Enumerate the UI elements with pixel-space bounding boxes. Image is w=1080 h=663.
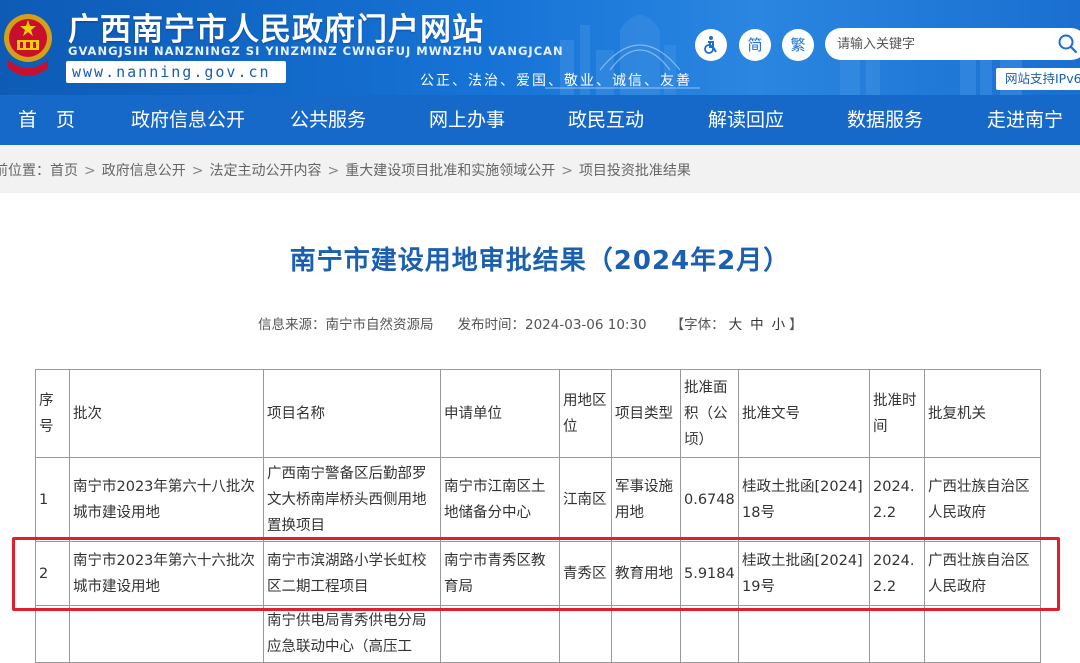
table-cell: 南宁市2023年第六十六批次城市建设用地 [69,541,264,606]
nav-item-interpretation[interactable]: 解读回应 [708,95,784,145]
table-cell [69,605,264,663]
article-meta: 信息来源：南宁市自然资源局 发布时间：2024-03-06 10:30 【字体：大中… [258,313,803,333]
table-header-cell: 申请单位 [440,369,560,458]
table-cell [559,605,612,663]
table-cell: 南宁市江南区土地储备分中心 [440,457,560,542]
table-cell: 南宁市滨湖路小学长虹校区二期工程项目 [263,541,441,606]
breadcrumb-item-gov-info[interactable]: 政府信息公开 [102,163,186,179]
site-header: 广西南宁市人民政府门户网站 GVANGJSIH NANZNINGZ SI YIN… [0,0,1080,95]
breadcrumb-separator: > [561,163,573,179]
breadcrumb-separator: > [327,163,340,179]
nav-item-interaction[interactable]: 政民互动 [568,95,644,145]
table-row: 南宁供电局青秀供电分局应急联动中心（高压工 [35,605,1041,663]
traditional-chinese-button[interactable]: 繁 [782,29,814,61]
breadcrumb-item-major-projects[interactable]: 重大建设项目批准和实施领域公开 [345,163,555,179]
font-size-label: 【字体： [670,317,725,333]
nav-item-about-nanning[interactable]: 走进南宁 [987,95,1063,145]
table-cell: 军事设施用地 [611,457,681,542]
table-header-cell: 项目类型 [611,369,681,458]
table-cell: 0.6748 [680,457,739,542]
article-title: 南宁市建设用地审批结果（2024年2月） [289,246,791,276]
table-header-cell: 批准时间 [869,369,925,458]
table-cell [35,605,70,663]
font-size-large-button[interactable]: 大 [729,317,743,333]
table-header-row: 序号 批次 项目名称 申请单位 用地区位 项目类型 批准面积（公顷） 批准文号 … [35,369,1041,458]
table-cell: 教育用地 [611,541,681,606]
table-cell [869,605,925,663]
table-header-cell: 批复机关 [924,369,1041,458]
breadcrumb-prefix: 前位置： [0,163,50,179]
search-input[interactable] [837,32,1047,56]
nav-item-public-service[interactable]: 公共服务 [290,95,366,145]
article-source: 信息来源：南宁市自然资源局 [258,317,434,333]
breadcrumb-item-statutory[interactable]: 法定主动公开内容 [209,163,321,179]
table-cell: 广西壮族自治区人民政府 [924,457,1041,542]
nav-item-online-service[interactable]: 网上办事 [429,95,505,145]
table-cell: 南宁市2023年第六十八批次城市建设用地 [69,457,264,542]
accessibility-icon [704,36,717,54]
table-cell: 青秀区 [559,541,612,606]
table-header-cell: 用地区位 [559,369,612,458]
table-header-cell: 批准面积（公顷） [680,369,739,458]
table-row: 1 南宁市2023年第六十八批次城市建设用地 广西南宁警备区后勤部罗文大桥南岸桥… [35,457,1041,542]
table-cell: 2 [35,541,70,606]
table-cell: 南宁供电局青秀供电分局应急联动中心（高压工 [263,605,441,663]
table-cell: 广西壮族自治区人民政府 [924,541,1041,606]
table-cell: 江南区 [559,457,612,542]
table-cell [680,605,739,663]
breadcrumb-item-home[interactable]: 首页 [50,163,78,179]
main-nav: 首 页 政府信息公开 公共服务 网上办事 政民互动 解读回应 数据服务 走进南宁 [0,95,1080,145]
font-size-small-button[interactable]: 小 [772,317,786,333]
table-cell: 南宁市青秀区教育局 [440,541,560,606]
breadcrumb-separator: > [84,163,96,179]
core-values-slogan: 公正、法治、爱国、敬业、诚信、友善 [420,73,692,89]
ipv6-support-badge: 网站支持IPv6 [996,68,1080,90]
search-icon[interactable] [1057,33,1079,55]
search-box [825,28,1080,60]
simplified-chinese-button[interactable]: 简 [739,29,771,61]
site-url: www.nanning.gov.cn [66,61,286,83]
national-emblem-icon [4,14,52,76]
nav-item-home[interactable]: 首 页 [18,95,75,145]
table-cell: 广西南宁警备区后勤部罗文大桥南岸桥头西侧用地置换项目 [263,457,441,542]
table-cell: 1 [35,457,70,542]
nav-item-data-service[interactable]: 数据服务 [847,95,923,145]
accessibility-button[interactable] [695,29,727,61]
nav-item-gov-info[interactable]: 政府信息公开 [131,95,245,145]
site-name: 广西南宁市人民政府门户网站 [68,12,484,48]
font-size-medium-button[interactable]: 中 [750,317,764,333]
table-cell [440,605,560,663]
table-cell: 桂政土批函[2024]18号 [738,457,870,542]
table-cell: 2024.2.2 [869,541,925,606]
article-publish-time: 发布时间：2024-03-06 10:30 [457,317,647,333]
font-size-close: 】 [789,317,803,333]
table-cell: 2024.2.2 [869,457,925,542]
breadcrumb-item-approval-results[interactable]: 项目投资批准结果 [579,163,691,179]
table-header-cell: 序号 [35,369,70,458]
table-header-cell: 项目名称 [263,369,441,458]
table-cell [611,605,681,663]
table-row-highlighted: 2 南宁市2023年第六十六批次城市建设用地 南宁市滨湖路小学长虹校区二期工程项… [35,541,1041,606]
table-cell: 桂政土批函[2024]19号 [738,541,870,606]
table-header-cell: 批准文号 [738,369,870,458]
site-name-pinyin: GVANGJSIH NANZNINGZ SI YINZMINZ CWNGFUJ … [68,44,564,58]
table-cell [924,605,1041,663]
land-approval-table: 序号 批次 项目名称 申请单位 用地区位 项目类型 批准面积（公顷） 批准文号 … [35,369,1041,663]
table-cell [738,605,870,663]
breadcrumb: 前位置：首页 > 政府信息公开 > 法定主动公开内容 > 重大建设项目批准和实施领域公开 > 项… [0,160,691,180]
breadcrumb-bar: 前位置：首页 > 政府信息公开 > 法定主动公开内容 > 重大建设项目批准和实施领域公开 > 项… [0,145,1080,193]
table-header-cell: 批次 [69,369,264,458]
breadcrumb-separator: > [191,163,204,179]
table-cell: 5.9184 [680,541,739,606]
